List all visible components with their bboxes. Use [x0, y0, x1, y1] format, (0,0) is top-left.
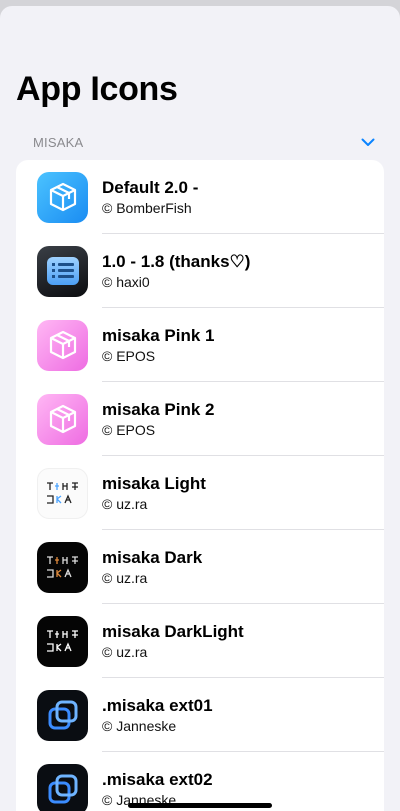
icon-option-pink-1[interactable]: misaka Pink 1 © EPOS — [16, 308, 384, 382]
icon-option-title: misaka Dark — [102, 547, 203, 567]
icon-option-title: misaka Light — [102, 473, 206, 493]
icon-option-dark[interactable]: misaka Dark © uz.ra — [16, 530, 384, 604]
icon-option-author: © haxi0 — [102, 273, 150, 290]
list-icon — [37, 245, 88, 297]
icon-option-title: misaka Pink 2 — [102, 399, 215, 419]
cube-icon — [37, 319, 88, 371]
section-label: MISAKA — [33, 134, 84, 150]
page-title: App Icons — [16, 70, 178, 108]
misaka-wordmark-dark-icon — [37, 541, 88, 593]
icon-option-author: © EPOS — [102, 347, 156, 364]
misaka-wordmark-darklight-icon — [37, 615, 88, 667]
icon-option-ext01[interactable]: .misaka ext01 © Janneske — [16, 678, 384, 752]
home-indicator[interactable] — [128, 803, 272, 808]
icon-option-title: .misaka ext01 — [102, 695, 213, 715]
icon-option-legacy[interactable]: 1.0 - 1.8 (thanks♡) © haxi0 — [16, 234, 384, 308]
icon-option-light[interactable]: misaka Light © uz.ra — [16, 456, 384, 530]
misaka-wordmark-light-icon — [37, 467, 88, 519]
icon-option-author: © uz.ra — [102, 643, 148, 660]
icon-option-author: © EPOS — [102, 421, 156, 438]
cube-icon — [37, 393, 88, 445]
icon-option-author: © Janneske — [102, 717, 177, 734]
icon-option-title: .misaka ext02 — [102, 769, 213, 789]
icon-option-title: Default 2.0 - — [102, 177, 199, 197]
icon-option-default[interactable]: Default 2.0 - © BomberFish — [16, 160, 384, 234]
icon-option-author: © uz.ra — [102, 495, 148, 512]
icon-option-author: © BomberFish — [102, 199, 192, 216]
icon-list: Default 2.0 - © BomberFish 1.0 - 1.8 (th… — [16, 160, 384, 811]
icon-option-title: misaka Pink 1 — [102, 325, 215, 345]
icon-option-title: misaka DarkLight — [102, 621, 244, 641]
icon-option-pink-2[interactable]: misaka Pink 2 © EPOS — [16, 382, 384, 456]
app-icons-screen: App Icons MISAKA Default 2.0 - © BomberF… — [0, 6, 400, 811]
overlapping-squares-icon — [37, 763, 88, 811]
icon-option-darklight[interactable]: misaka DarkLight © uz.ra — [16, 604, 384, 678]
chevron-down-icon[interactable] — [358, 135, 378, 149]
overlapping-squares-icon — [37, 689, 88, 741]
section-header[interactable]: MISAKA — [16, 132, 384, 152]
icon-option-author: © uz.ra — [102, 569, 148, 586]
cube-icon — [37, 171, 88, 223]
icon-option-title: 1.0 - 1.8 (thanks♡) — [102, 251, 251, 271]
